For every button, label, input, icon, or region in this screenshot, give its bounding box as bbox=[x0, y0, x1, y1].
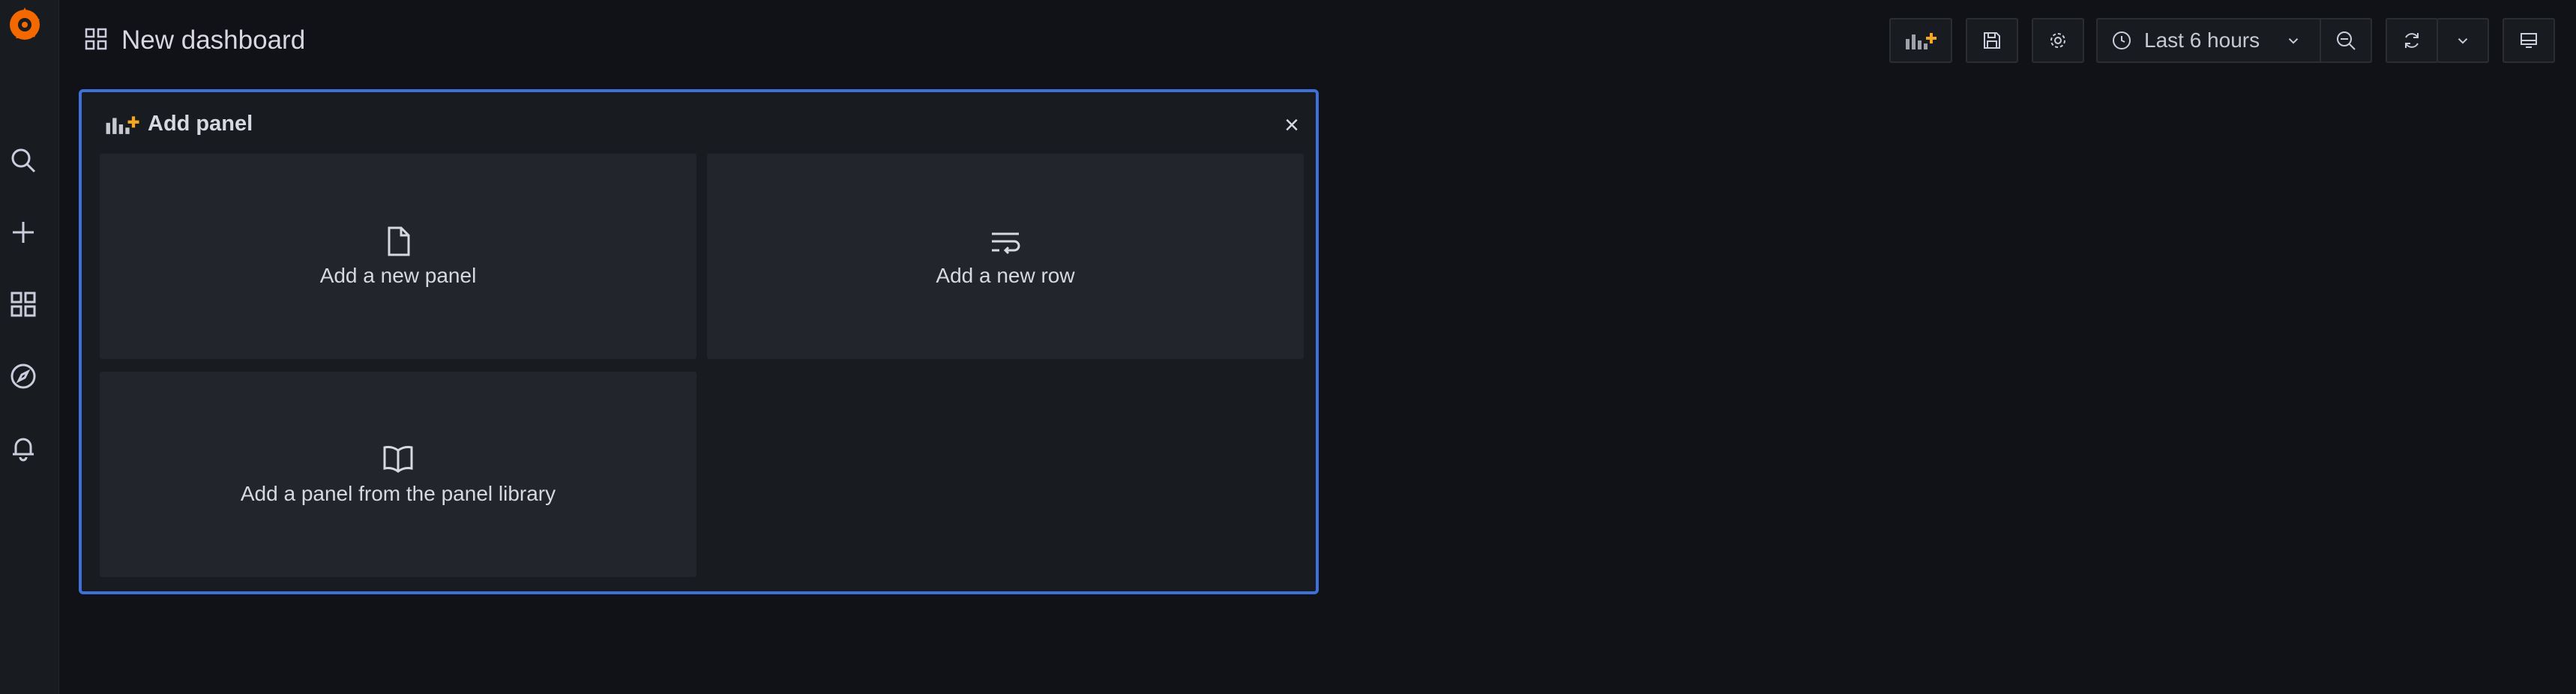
zoom-out-icon bbox=[2337, 31, 2356, 50]
refresh-icon bbox=[2405, 33, 2419, 48]
add-panel-icon bbox=[106, 115, 139, 134]
monitor-icon bbox=[2521, 33, 2537, 48]
save-dashboard-button[interactable] bbox=[1966, 18, 2018, 63]
view-mode-button[interactable] bbox=[2503, 18, 2555, 63]
clock-icon bbox=[2113, 31, 2131, 49]
chevron-down-icon bbox=[2458, 37, 2468, 44]
plus-icon[interactable] bbox=[7, 216, 40, 249]
dashboards-icon[interactable] bbox=[7, 288, 40, 321]
add-new-row-option[interactable]: Add a new row bbox=[707, 154, 1304, 359]
chevron-down-icon bbox=[2288, 37, 2299, 44]
gear-icon bbox=[2050, 33, 2065, 48]
alerting-bell-icon[interactable] bbox=[7, 432, 40, 465]
refresh-interval-dropdown[interactable] bbox=[2437, 18, 2489, 63]
dashboard-breadcrumb: New dashboard bbox=[84, 19, 305, 61]
zoom-out-button[interactable] bbox=[2320, 18, 2372, 63]
time-range-label: Last 6 hours bbox=[2144, 28, 2260, 52]
add-new-panel-option[interactable]: Add a new panel bbox=[100, 154, 696, 359]
dashboard-title[interactable]: New dashboard bbox=[121, 25, 305, 55]
explore-compass-icon[interactable] bbox=[7, 360, 40, 393]
add-panel-widget: Add panel × Add a new panel Add a new ro… bbox=[79, 89, 1319, 594]
save-icon bbox=[1984, 32, 2000, 49]
sidebar bbox=[0, 0, 59, 694]
search-icon[interactable] bbox=[7, 144, 40, 177]
row-wrap-icon bbox=[992, 232, 1020, 255]
add-new-panel-label: Add a new panel bbox=[319, 264, 477, 287]
book-icon bbox=[383, 446, 413, 473]
grafana-logo-icon[interactable] bbox=[4, 4, 45, 45]
refresh-button[interactable] bbox=[2386, 18, 2438, 63]
add-panel-icon bbox=[1906, 33, 1936, 49]
add-new-row-label: Add a new row bbox=[936, 264, 1075, 287]
add-panel-title: Add panel bbox=[148, 112, 253, 136]
file-icon bbox=[388, 226, 410, 256]
close-icon[interactable]: × bbox=[1277, 110, 1307, 140]
add-library-panel-label: Add a panel from the panel library bbox=[240, 482, 556, 505]
add-panel-header: Add panel bbox=[104, 112, 253, 136]
dashboard-settings-button[interactable] bbox=[2032, 18, 2084, 63]
add-panel-button[interactable] bbox=[1889, 18, 1952, 63]
dashboards-grid-icon[interactable] bbox=[84, 27, 108, 55]
add-library-panel-option[interactable]: Add a panel from the panel library bbox=[100, 372, 696, 577]
